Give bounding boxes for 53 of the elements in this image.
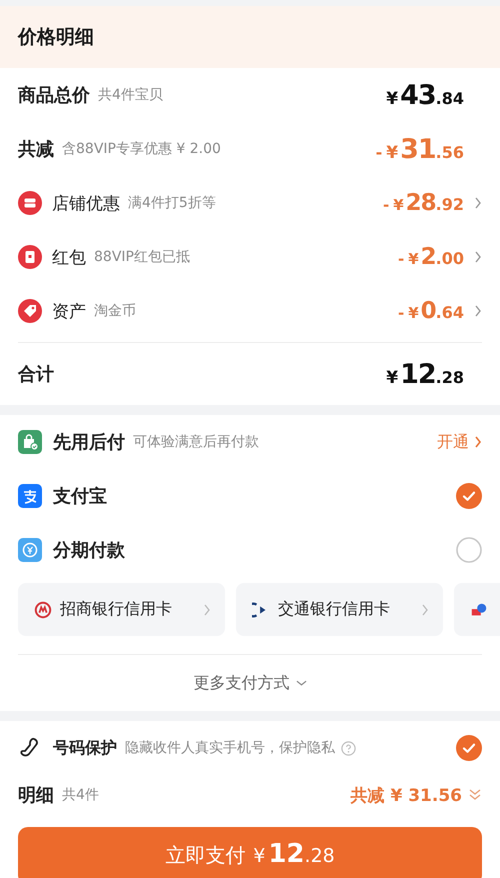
more-payment-button[interactable]: 更多支付方式 bbox=[190, 670, 310, 696]
shop-icon bbox=[18, 191, 42, 215]
total-price: ¥12.28 bbox=[386, 358, 464, 390]
chevron-right-icon bbox=[474, 436, 482, 448]
payment-label: 分期付款 bbox=[53, 539, 125, 562]
row-note: 满4件打5折等 bbox=[128, 194, 216, 212]
chevron-down-icon bbox=[296, 679, 306, 687]
bank-logo-icon bbox=[34, 600, 52, 618]
row-note: 88VIP红包已抵 bbox=[94, 248, 190, 266]
saving-total: 共减 ¥ 31.56 bbox=[350, 784, 462, 806]
chevron-right-icon[interactable] bbox=[474, 305, 482, 317]
chevron-right-icon[interactable] bbox=[474, 197, 482, 209]
price: - ¥0.64 bbox=[398, 298, 464, 324]
checkbox-checked[interactable] bbox=[456, 735, 482, 761]
radio-unchecked[interactable] bbox=[456, 537, 482, 563]
chevron-right-icon[interactable] bbox=[474, 251, 482, 263]
row-label: 店铺优惠 bbox=[52, 192, 120, 214]
row-note: 含88VIP专享优惠 ¥ 2.00 bbox=[62, 140, 221, 158]
payment-label: 支付宝 bbox=[53, 485, 107, 508]
double-chevron-down-icon[interactable] bbox=[468, 788, 482, 802]
pay-now-button[interactable]: 立即支付 ¥12.28 bbox=[18, 827, 482, 878]
shopping-bag-icon bbox=[18, 430, 42, 454]
row-label: 商品总价 bbox=[18, 84, 90, 107]
chevron-right-icon bbox=[203, 604, 211, 616]
installment-icon bbox=[18, 538, 42, 562]
price: - ¥31.56 bbox=[376, 134, 464, 164]
price: - ¥28.92 bbox=[382, 190, 464, 216]
bank-card-option[interactable] bbox=[454, 583, 500, 636]
detail-label: 明细 bbox=[18, 784, 54, 807]
alipay-icon bbox=[18, 484, 42, 508]
envelope-icon bbox=[18, 245, 42, 269]
price: ¥43.84 bbox=[386, 80, 464, 110]
row-note: 共4件宝贝 bbox=[98, 86, 163, 104]
row-note: 淘金币 bbox=[94, 302, 136, 320]
bank-logo-icon bbox=[470, 600, 488, 618]
total-label: 合计 bbox=[18, 363, 54, 386]
section-title: 价格明细 bbox=[18, 25, 94, 50]
activate-link[interactable]: 开通 bbox=[437, 432, 482, 452]
bank-card-option[interactable]: 招商银行信用卡 bbox=[18, 583, 225, 636]
chevron-right-icon bbox=[421, 604, 429, 616]
protection-note: 隐藏收件人真实手机号，保护隐私 bbox=[125, 739, 335, 757]
protection-label: 号码保护 bbox=[53, 738, 117, 758]
row-label: 红包 bbox=[52, 246, 86, 268]
price: - ¥2.00 bbox=[398, 244, 464, 270]
item-count: 共4件 bbox=[62, 786, 99, 804]
row-label: 共减 bbox=[18, 138, 54, 161]
radio-checked[interactable] bbox=[456, 483, 482, 509]
payment-label: 先用后付 bbox=[53, 431, 125, 454]
row-label: 资产 bbox=[52, 300, 86, 322]
tag-icon bbox=[18, 299, 42, 323]
help-icon[interactable] bbox=[341, 740, 356, 756]
payment-note: 可体验满意后再付款 bbox=[133, 433, 259, 451]
bank-card-option[interactable]: 交通银行信用卡 bbox=[236, 583, 443, 636]
